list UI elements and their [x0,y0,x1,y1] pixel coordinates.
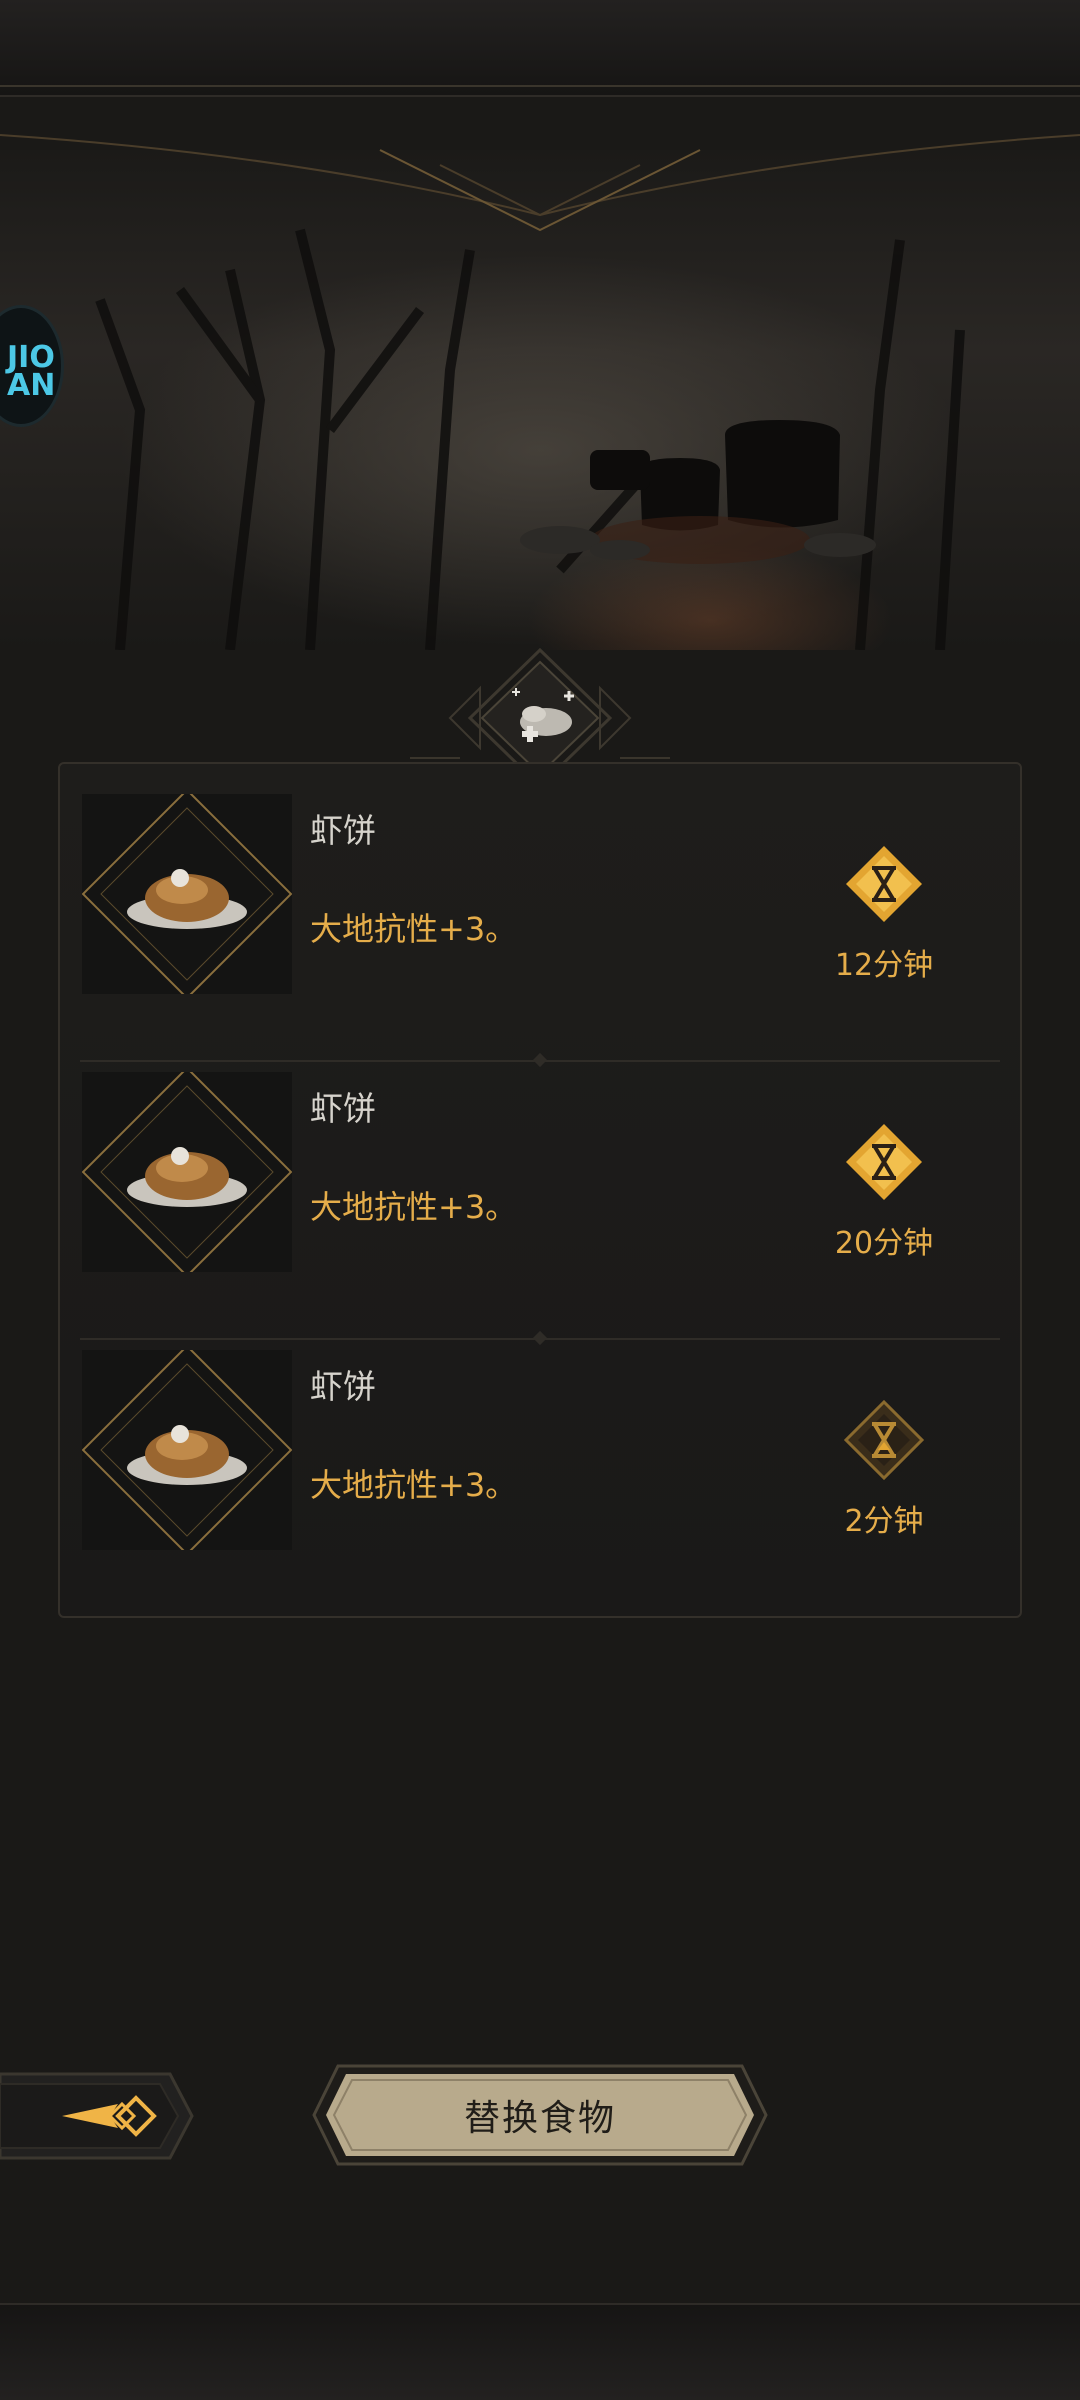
bubble-text: JIO AN [7,340,56,403]
top-frame [0,0,1080,97]
replace-food-button[interactable]: 替换食物 [312,2064,768,2166]
timer-text: 20分钟 [834,1226,934,1261]
timer-text: 12分钟 [834,948,934,983]
hourglass-icon [844,1400,924,1480]
food-name: 虾饼 [310,1367,376,1406]
top-ornament [0,134,1080,232]
food-buff-icon [410,647,670,780]
food-effect: 大地抗性+3。 [310,1188,518,1226]
food-image-frame [82,1350,292,1550]
back-arrow-icon[interactable] [0,2068,200,2164]
food-effect: 大地抗性+3。 [310,910,518,948]
food-row[interactable]: 虾饼 大地抗性+3。 2分钟 [82,1320,998,1570]
timer-text: 2分钟 [844,1504,924,1539]
food-list-panel: 虾饼 大地抗性+3。 12分钟 虾饼 大地抗性+3。 20分钟 虾饼 大地抗性+… [58,762,1022,1618]
food-row[interactable]: 虾饼 大地抗性+3。 12分钟 [82,764,998,1014]
food-image-frame [82,794,292,994]
hourglass-icon [846,1124,922,1200]
hourglass-icon [846,846,922,922]
food-row[interactable]: 虾饼 大地抗性+3。 20分钟 [82,1042,998,1292]
bottom-frame [0,2303,1080,2400]
food-name: 虾饼 [310,1089,376,1128]
food-name: 虾饼 [310,811,376,850]
food-effect: 大地抗性+3。 [310,1466,518,1504]
food-image-frame [82,1072,292,1272]
replace-food-label: 替换食物 [463,2098,616,2139]
